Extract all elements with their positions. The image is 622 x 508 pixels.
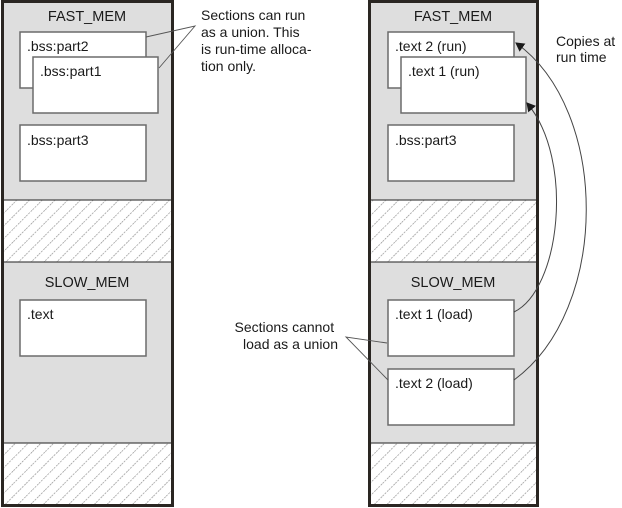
slow-mem-title: SLOW_MEM	[411, 275, 496, 291]
unused-region	[370, 443, 537, 505]
section-label: .text	[27, 306, 54, 322]
union-note: Sections can run as a union. This is run…	[201, 7, 315, 74]
slow-mem-title: SLOW_MEM	[45, 275, 130, 291]
right-memory-map: FAST_MEM .text 2 (run) .text 1 (run) .bs…	[368, 0, 539, 507]
no-union-note: Sections cannot load as a union	[234, 319, 338, 352]
unused-region	[370, 200, 537, 262]
section-label: .text 1 (load)	[395, 306, 473, 322]
section-label: .bss:part2	[27, 38, 89, 54]
fast-mem-title: FAST_MEM	[48, 9, 126, 25]
copy-note: Copies at run time	[556, 33, 619, 65]
fast-mem-title: FAST_MEM	[414, 9, 492, 25]
section-label: .bss:part3	[27, 132, 89, 148]
unused-region	[3, 443, 172, 505]
unused-region	[3, 200, 172, 262]
left-memory-map: FAST_MEM .bss:part2 .bss:part1 .bss:part…	[1, 0, 174, 507]
section-label: .bss:part1	[40, 63, 102, 79]
section-label: .text 1 (run)	[408, 63, 480, 79]
section-label: .text 2 (run)	[395, 38, 467, 54]
section-label: .text 2 (load)	[395, 375, 473, 391]
section-label: .bss:part3	[395, 132, 457, 148]
memory-allocation-diagram: FAST_MEM .bss:part2 .bss:part1 .bss:part…	[1, 0, 619, 507]
